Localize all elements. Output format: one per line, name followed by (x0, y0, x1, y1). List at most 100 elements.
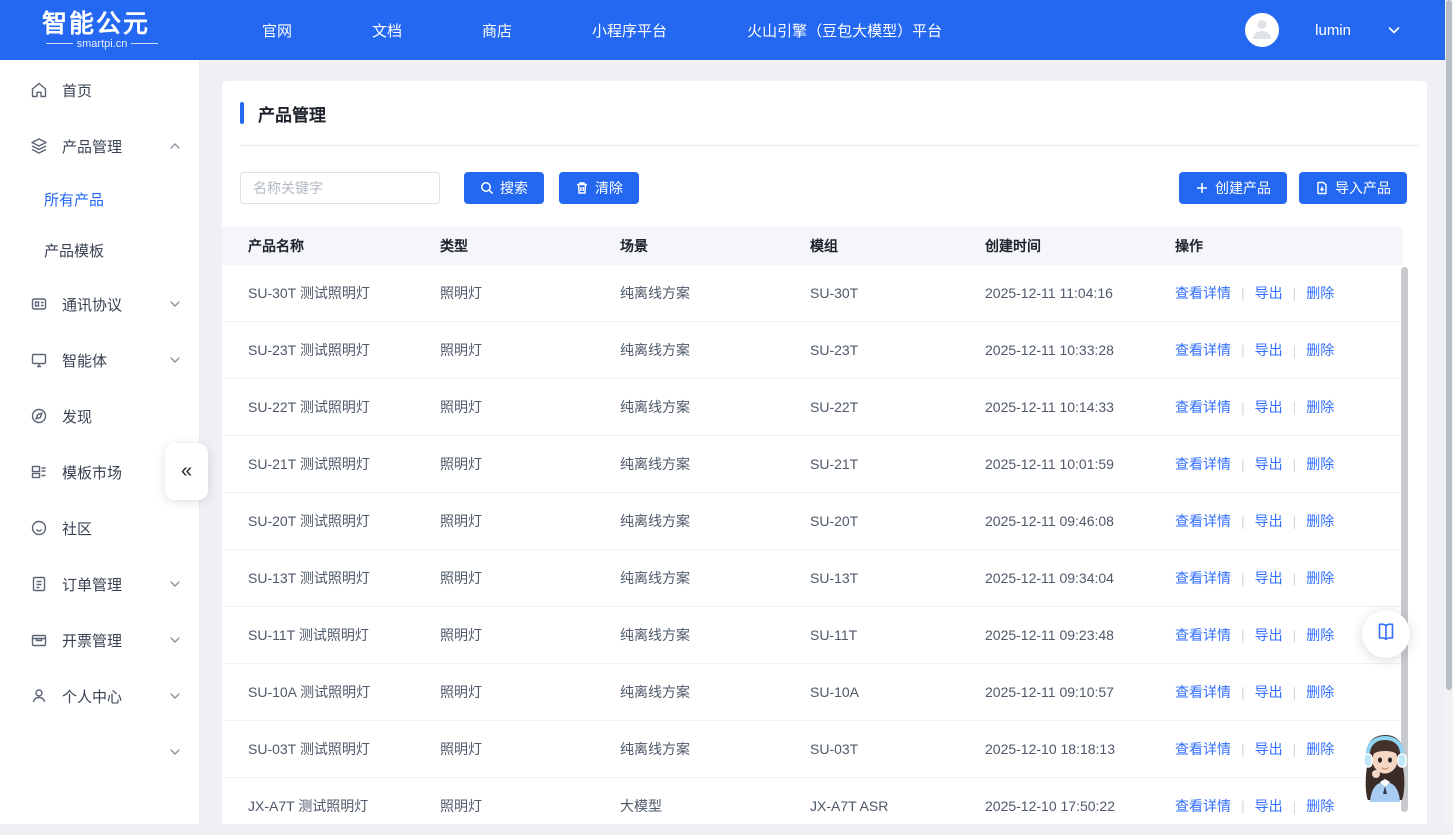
table-row: SU-30T 测试照明灯 照明灯 纯离线方案 SU-30T 2025-12-11… (222, 265, 1403, 322)
sidebar-item-communication-protocol[interactable]: 通讯协议 (0, 276, 199, 332)
view-details-link[interactable]: 查看详情 (1175, 399, 1231, 415)
view-details-link[interactable]: 查看详情 (1175, 285, 1231, 301)
cell-scene: 纯离线方案 (620, 283, 810, 303)
view-details-link[interactable]: 查看详情 (1175, 798, 1231, 814)
chevron-down-icon[interactable] (169, 298, 181, 310)
delete-link[interactable]: 删除 (1306, 798, 1334, 814)
cell-type: 照明灯 (440, 340, 620, 360)
import-product-button[interactable]: 导入产品 (1299, 172, 1407, 204)
sidebar-item-discover[interactable]: 发现 (0, 388, 199, 444)
window-scrollbar[interactable] (1445, 0, 1453, 824)
delete-link[interactable]: 删除 (1306, 684, 1334, 700)
cell-created-time: 2025-12-11 09:34:04 (985, 570, 1175, 586)
sidebar-collapse-button[interactable]: « (165, 443, 208, 500)
table-header-row: 产品名称 类型 场景 模组 创建时间 操作 (222, 227, 1403, 265)
export-link[interactable]: 导出 (1255, 741, 1283, 757)
delete-link[interactable]: 删除 (1306, 285, 1334, 301)
search-input[interactable] (240, 172, 440, 204)
export-link[interactable]: 导出 (1255, 399, 1283, 415)
delete-link[interactable]: 删除 (1306, 456, 1334, 472)
logo[interactable]: 智能公元 smartpi.cn (42, 11, 162, 50)
delete-link[interactable]: 删除 (1306, 513, 1334, 529)
delete-link[interactable]: 删除 (1306, 741, 1334, 757)
export-link[interactable]: 导出 (1255, 513, 1283, 529)
nav-item-docs[interactable]: 文档 (372, 20, 402, 41)
username[interactable]: lumin (1315, 22, 1351, 39)
collapse-chevrons-icon: « (181, 460, 192, 483)
sidebar-item-personal-center[interactable]: 个人中心 (0, 668, 199, 724)
export-link[interactable]: 导出 (1255, 342, 1283, 358)
search-button[interactable]: 搜索 (464, 172, 544, 204)
sidebar-item-home[interactable]: 首页 (0, 62, 199, 118)
view-details-link[interactable]: 查看详情 (1175, 342, 1231, 358)
window-scrollbar-thumb[interactable] (1446, 0, 1452, 690)
cell-created-time: 2025-12-11 09:23:48 (985, 627, 1175, 643)
col-product-name: 产品名称 (222, 236, 440, 256)
table-row: SU-11T 测试照明灯 照明灯 纯离线方案 SU-11T 2025-12-11… (222, 607, 1403, 664)
sidebar-item-label: 产品管理 (62, 136, 169, 157)
chevron-down-icon[interactable] (169, 578, 181, 590)
cell-module: JX-A7T ASR (810, 798, 985, 814)
nav-user-area: lumin (1245, 13, 1401, 47)
cell-module: SU-21T (810, 456, 985, 472)
sidebar-item-all-products[interactable]: 所有产品 (0, 174, 199, 225)
col-type: 类型 (440, 236, 620, 256)
export-link[interactable]: 导出 (1255, 798, 1283, 814)
clear-button[interactable]: 清除 (559, 172, 639, 204)
delete-link[interactable]: 删除 (1306, 627, 1334, 643)
cell-module: SU-03T (810, 741, 985, 757)
sidebar-item-label: 订单管理 (62, 574, 169, 595)
sidebar-item-product-templates[interactable]: 产品模板 (0, 225, 199, 276)
cell-created-time: 2025-12-11 09:10:57 (985, 684, 1175, 700)
export-link[interactable]: 导出 (1255, 570, 1283, 586)
nav-menu: 官网 文档 商店 小程序平台 火山引擎（豆包大模型）平台 (262, 20, 942, 41)
view-details-link[interactable]: 查看详情 (1175, 513, 1231, 529)
view-details-link[interactable]: 查看详情 (1175, 456, 1231, 472)
chevron-down-icon[interactable] (169, 634, 181, 646)
chevron-down-icon[interactable] (169, 690, 181, 702)
chevron-down-icon[interactable] (169, 354, 181, 366)
cell-scene: 纯离线方案 (620, 682, 810, 702)
cell-module: SU-11T (810, 627, 985, 643)
cell-created-time: 2025-12-11 11:04:16 (985, 285, 1175, 301)
chevron-down-icon[interactable] (1387, 23, 1401, 37)
nav-item-official-site[interactable]: 官网 (262, 20, 292, 41)
table-row: SU-03T 测试照明灯 照明灯 纯离线方案 SU-03T 2025-12-10… (222, 721, 1403, 778)
delete-link[interactable]: 删除 (1306, 342, 1334, 358)
sidebar-item-label: 社区 (62, 518, 181, 539)
cell-actions: 查看详情|导出|删除 (1175, 283, 1403, 303)
sidebar-item-invoice-management[interactable]: 开票管理 (0, 612, 199, 668)
cell-actions: 查看详情|导出|删除 (1175, 682, 1403, 702)
delete-link[interactable]: 删除 (1306, 399, 1334, 415)
export-link[interactable]: 导出 (1255, 285, 1283, 301)
sidebar-item-extra[interactable] (0, 724, 199, 780)
sidebar-item-product-management[interactable]: 产品管理 (0, 118, 199, 174)
export-link[interactable]: 导出 (1255, 684, 1283, 700)
docs-floating-button[interactable] (1362, 610, 1410, 658)
chevron-down-icon[interactable] (169, 746, 181, 758)
cell-scene: 纯离线方案 (620, 625, 810, 645)
export-link[interactable]: 导出 (1255, 456, 1283, 472)
create-product-button[interactable]: 创建产品 (1179, 172, 1287, 204)
nav-item-volcengine-platform[interactable]: 火山引擎（豆包大模型）平台 (747, 20, 942, 41)
user-avatar[interactable] (1245, 13, 1279, 47)
sidebar-item-community[interactable]: 社区 (0, 500, 199, 556)
cell-product-name: SU-11T 测试照明灯 (222, 625, 440, 645)
sidebar-item-order-management[interactable]: 订单管理 (0, 556, 199, 612)
chevron-up-icon[interactable] (169, 140, 181, 152)
cell-type: 照明灯 (440, 739, 620, 759)
view-details-link[interactable]: 查看详情 (1175, 741, 1231, 757)
delete-link[interactable]: 删除 (1306, 570, 1334, 586)
smiley-icon (30, 519, 48, 537)
view-details-link[interactable]: 查看详情 (1175, 684, 1231, 700)
export-link[interactable]: 导出 (1255, 627, 1283, 643)
main-content-card: 产品管理 搜索 清除 创建产品 导入产品 产品名称 类型 场景 模组 创建时间 … (222, 81, 1427, 824)
assistant-mascot[interactable] (1356, 730, 1414, 802)
nav-item-miniprogram-platform[interactable]: 小程序平台 (592, 20, 667, 41)
nav-item-store[interactable]: 商店 (482, 20, 512, 41)
view-details-link[interactable]: 查看详情 (1175, 627, 1231, 643)
view-details-link[interactable]: 查看详情 (1175, 570, 1231, 586)
cell-module: SU-22T (810, 399, 985, 415)
sidebar-item-agent[interactable]: 智能体 (0, 332, 199, 388)
cell-product-name: SU-22T 测试照明灯 (222, 397, 440, 417)
